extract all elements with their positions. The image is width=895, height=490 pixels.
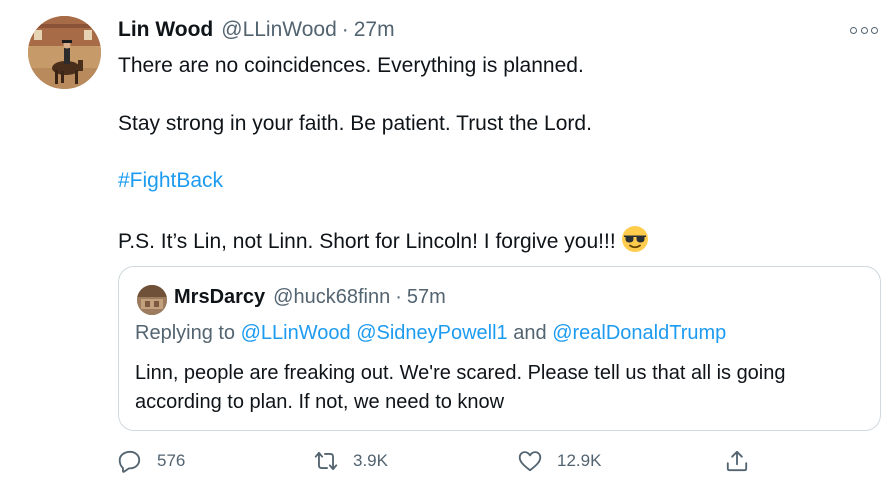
author-name[interactable]: Lin Wood xyxy=(118,18,213,42)
sunglasses-emoji-icon xyxy=(621,225,649,253)
share-button[interactable] xyxy=(724,446,750,476)
quoted-tweet[interactable]: MrsDarcy @huck68finn · 57m Replying to @… xyxy=(118,266,881,431)
mention-link[interactable]: @realDonaldTrump xyxy=(552,322,726,344)
mention-link[interactable]: @SidneyPowell1 xyxy=(356,322,508,344)
replying-conjunction: and xyxy=(513,322,547,344)
tweet-timestamp[interactable]: 27m xyxy=(354,18,395,42)
replying-to-line: Replying to @LLinWood @SidneyPowell1 and… xyxy=(135,322,726,345)
tweet-text-ps: P.S. It’s Lin, not Linn. Short for Linco… xyxy=(118,230,616,253)
retweet-button[interactable]: 3.9K xyxy=(313,446,388,476)
separator-dot: · xyxy=(395,286,402,308)
quoted-author-avatar[interactable] xyxy=(137,285,167,315)
hashtag-link[interactable]: #FightBack xyxy=(118,167,223,195)
tweet-text-line: There are no coincidences. Everything is… xyxy=(118,54,584,77)
reply-button[interactable]: 576 xyxy=(117,446,185,476)
tweet[interactable]: Lin Wood @LLinWood · 27m There are no co… xyxy=(0,0,895,490)
tweet-text-line: P.S. It’s Lin, not Linn. Short for Linco… xyxy=(118,225,649,256)
like-button[interactable]: 12.9K xyxy=(517,446,601,476)
retweet-icon xyxy=(314,451,338,471)
share-icon xyxy=(726,450,748,472)
like-count: 12.9K xyxy=(557,451,602,470)
separator-dot: · xyxy=(341,18,349,41)
quoted-tweet-text: Linn, people are freaking out. We're sca… xyxy=(135,362,786,413)
tweet-text-line: Stay strong in your faith. Be patient. T… xyxy=(118,112,592,135)
quoted-author-name[interactable]: MrsDarcy xyxy=(174,286,265,309)
quoted-author-handle[interactable]: @huck68finn xyxy=(273,286,390,309)
heart-icon xyxy=(518,451,542,472)
more-options-icon[interactable] xyxy=(850,22,878,38)
quoted-tweet-timestamp[interactable]: 57m xyxy=(407,286,446,309)
tweet-actions: 576 3.9K 12.9K xyxy=(117,446,757,476)
author-avatar[interactable] xyxy=(28,16,101,89)
author-handle[interactable]: @LLinWood xyxy=(221,18,337,42)
mention-link[interactable]: @LLinWood xyxy=(241,322,351,344)
reply-count: 576 xyxy=(157,451,186,470)
quoted-tweet-header: MrsDarcy @huck68finn · 57m xyxy=(174,286,446,309)
tweet-header: Lin Wood @LLinWood · 27m xyxy=(118,18,395,46)
replying-to-label: Replying to xyxy=(135,322,236,344)
retweet-count: 3.9K xyxy=(353,451,388,470)
reply-icon xyxy=(118,450,141,473)
